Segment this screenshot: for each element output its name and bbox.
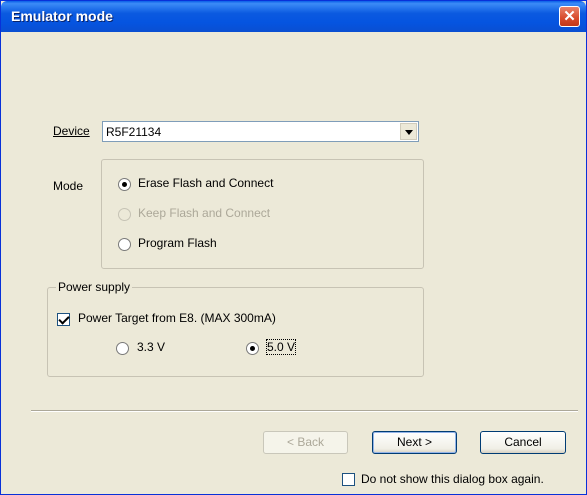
device-select-value: R5F21134 bbox=[106, 125, 162, 139]
close-icon: ✕ bbox=[563, 8, 576, 25]
mode-label: Mode bbox=[53, 179, 84, 193]
voltage-5v0-label[interactable]: 5.0 V bbox=[265, 339, 297, 355]
footer-separator bbox=[31, 410, 578, 412]
mode-group: Erase Flash and Connect Keep Flash and C… bbox=[101, 159, 424, 269]
chevron-down-icon[interactable] bbox=[400, 123, 417, 140]
mode-option-erase-label[interactable]: Erase Flash and Connect bbox=[138, 176, 273, 190]
dialog-title: Emulator mode bbox=[11, 8, 113, 24]
back-button[interactable]: < Back bbox=[263, 431, 348, 454]
emulator-mode-dialog: Emulator mode ✕ Device R5F21134 Mode Era… bbox=[0, 0, 587, 495]
dont-show-checkbox[interactable] bbox=[342, 473, 355, 486]
device-label: Device bbox=[53, 124, 90, 138]
mode-radio-keep[interactable] bbox=[118, 208, 131, 221]
device-select[interactable]: R5F21134 bbox=[102, 121, 419, 142]
mode-option-keep-label[interactable]: Keep Flash and Connect bbox=[138, 206, 270, 220]
title-bar[interactable]: Emulator mode ✕ bbox=[1, 1, 586, 32]
mode-radio-program[interactable] bbox=[118, 238, 131, 251]
mode-option-program-label[interactable]: Program Flash bbox=[138, 236, 217, 250]
cancel-button[interactable]: Cancel bbox=[480, 431, 566, 454]
voltage-radio-5v0[interactable] bbox=[246, 342, 259, 355]
voltage-3v3-label[interactable]: 3.3 V bbox=[137, 340, 165, 354]
power-target-label[interactable]: Power Target from E8. (MAX 300mA) bbox=[78, 311, 276, 325]
mode-radio-erase[interactable] bbox=[118, 178, 131, 191]
power-supply-group: Power supply Power Target from E8. (MAX … bbox=[47, 280, 424, 377]
close-button[interactable]: ✕ bbox=[559, 6, 580, 27]
next-button[interactable]: Next > bbox=[372, 431, 457, 454]
dont-show-label[interactable]: Do not show this dialog box again. bbox=[361, 472, 544, 486]
power-supply-legend: Power supply bbox=[56, 280, 133, 294]
power-target-checkbox[interactable] bbox=[57, 313, 70, 326]
voltage-radio-3v3[interactable] bbox=[116, 342, 129, 355]
